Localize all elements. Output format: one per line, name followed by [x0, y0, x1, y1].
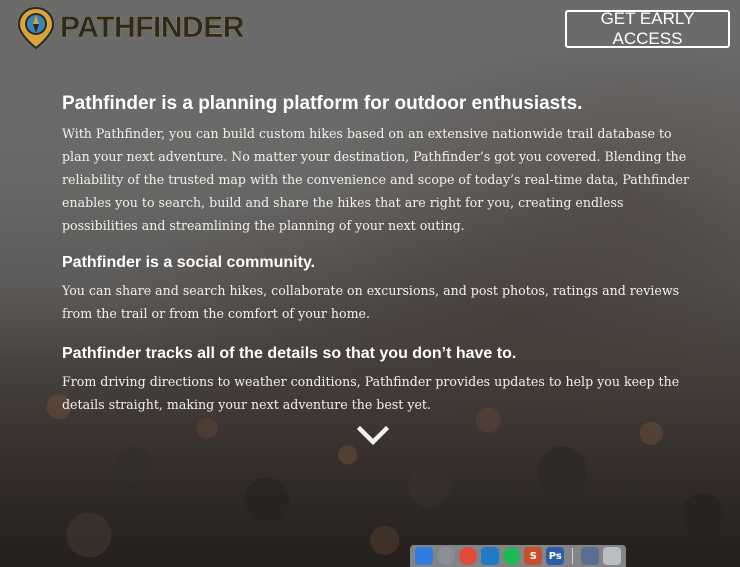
logo[interactable]: PATHFINDER	[16, 6, 245, 50]
section-social: Pathfinder is a social community. You ca…	[62, 253, 692, 325]
section-body: From driving directions to weather condi…	[62, 374, 680, 412]
spotify-icon[interactable]	[502, 547, 521, 565]
photoshop-icon[interactable]: Ps	[546, 547, 565, 565]
trash-icon[interactable]	[603, 547, 622, 565]
get-early-access-button[interactable]: GET EARLY ACCESS	[565, 9, 730, 48]
section-details: Pathfinder tracks all of the details so …	[62, 344, 692, 416]
chrome-icon[interactable]	[458, 547, 477, 565]
finder-icon[interactable]	[415, 547, 433, 565]
launchpad-icon[interactable]	[436, 547, 455, 565]
dock-separator	[572, 548, 574, 564]
section-heading: Pathfinder tracks all of the details so …	[62, 345, 517, 362]
map-pin-compass-icon	[17, 6, 55, 50]
vscode-icon[interactable]	[480, 547, 499, 565]
intro-content: Pathfinder is a planning platform for ou…	[62, 92, 692, 416]
chevron-down-icon[interactable]	[357, 425, 389, 447]
os-dock: S Ps	[410, 545, 626, 567]
section-heading: Pathfinder is a planning platform for ou…	[62, 93, 583, 114]
section-body: With Pathfinder, you can build custom hi…	[62, 126, 689, 233]
site-header: PATHFINDER GET EARLY ACCESS	[0, 0, 740, 58]
section-planning: Pathfinder is a planning platform for ou…	[62, 92, 692, 237]
section-body: You can share and search hikes, collabor…	[62, 283, 680, 321]
section-heading: Pathfinder is a social community.	[62, 254, 316, 271]
sublime-icon[interactable]: S	[524, 547, 543, 565]
brand-name: PATHFINDER	[60, 11, 245, 44]
preview-icon[interactable]	[581, 547, 600, 565]
